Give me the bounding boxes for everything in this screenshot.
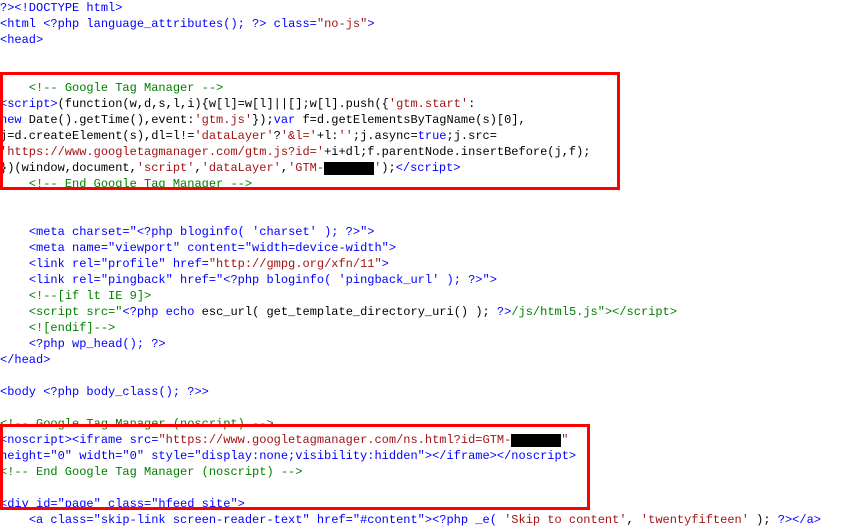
code-block: ?><!DOCTYPE html> <html <?php language_a… xyxy=(0,0,846,528)
redacted-id-2 xyxy=(511,434,561,447)
redacted-id-1 xyxy=(324,162,374,175)
code-line: ?> xyxy=(0,1,14,15)
